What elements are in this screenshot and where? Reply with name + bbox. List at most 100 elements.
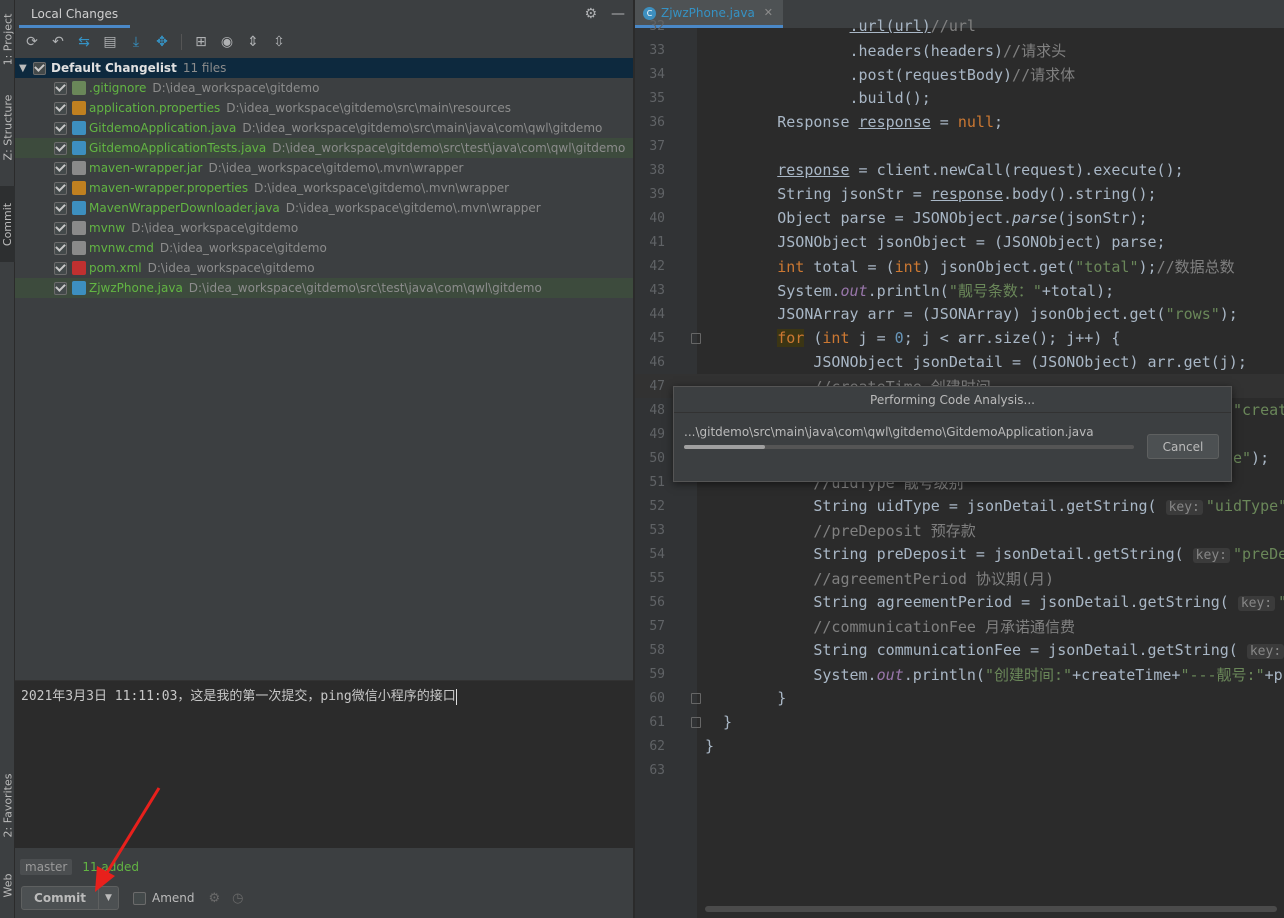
eye-icon[interactable]: ◉ bbox=[216, 31, 238, 53]
changelist-checkbox[interactable] bbox=[33, 61, 46, 75]
commit-options-gear-icon[interactable]: ⚙ bbox=[209, 891, 221, 906]
code-line[interactable]: 60 } bbox=[635, 686, 1284, 710]
gear-icon[interactable]: ⚙ bbox=[584, 6, 597, 22]
code-line[interactable]: 55 //agreementPeriod 协议期(月) bbox=[635, 566, 1284, 590]
file-name: pom.xml bbox=[89, 261, 142, 275]
diff-icon[interactable]: ⇆ bbox=[73, 31, 95, 53]
file-checkbox[interactable] bbox=[54, 101, 67, 115]
code-line[interactable]: 41 JSONObject jsonObject = (JSONObject) … bbox=[635, 230, 1284, 254]
code-line[interactable]: 42 int total = (int) jsonObject.get("tot… bbox=[635, 254, 1284, 278]
code-text: String agreementPeriod = jsonDetail.getS… bbox=[705, 593, 1284, 611]
code-line[interactable]: 57 //communicationFee 月承诺通信费 bbox=[635, 614, 1284, 638]
file-checkbox[interactable] bbox=[54, 141, 67, 155]
line-number: 59 bbox=[649, 666, 665, 682]
code-line[interactable]: 61 } bbox=[635, 710, 1284, 734]
structure-tool-tab[interactable]: Z: Structure bbox=[0, 92, 15, 162]
line-number: 47 bbox=[649, 378, 665, 394]
code-line[interactable]: 39 String jsonStr = response.body().stri… bbox=[635, 182, 1284, 206]
file-row[interactable]: mvnw.cmd D:\idea_workspace\gitdemo bbox=[15, 238, 633, 258]
file-row[interactable]: maven-wrapper.properties D:\idea_workspac… bbox=[15, 178, 633, 198]
commit-tool-tab[interactable]: Commit bbox=[0, 186, 15, 262]
file-checkbox[interactable] bbox=[54, 81, 67, 95]
hide-panel-icon[interactable]: — bbox=[611, 6, 625, 22]
shelve-icon[interactable]: ⤓ bbox=[125, 31, 147, 53]
file-checkbox[interactable] bbox=[54, 181, 67, 195]
file-row[interactable]: GitdemoApplication.java D:\idea_workspace… bbox=[15, 118, 633, 138]
code-text: System.out.println("靓号条数："+total); bbox=[705, 281, 1115, 300]
line-number: 52 bbox=[649, 498, 665, 514]
structure-tool-label: Z: Structure bbox=[1, 94, 15, 160]
code-line[interactable]: 53 //preDeposit 预存款 bbox=[635, 518, 1284, 542]
gitignore-icon bbox=[72, 81, 86, 95]
file-checkbox[interactable] bbox=[54, 261, 67, 275]
changelist-icon[interactable]: ▤ bbox=[99, 31, 121, 53]
web-tool-tab[interactable]: Web bbox=[0, 860, 15, 910]
file-row[interactable]: GitdemoApplicationTests.java D:\idea_work… bbox=[15, 138, 633, 158]
code-line[interactable]: 46 JSONObject jsonDetail = (JSONObject) … bbox=[635, 350, 1284, 374]
code-line[interactable]: 32 .url(url)//url bbox=[635, 14, 1284, 38]
code-line[interactable]: 63 bbox=[635, 758, 1284, 782]
changelist-row[interactable]: ▼ Default Changelist 11 files bbox=[15, 58, 633, 78]
history-clock-icon[interactable]: ◷ bbox=[232, 891, 243, 906]
line-number: 37 bbox=[649, 138, 665, 154]
file-path: D:\idea_workspace\gitdemo\src\test\java\… bbox=[272, 141, 626, 155]
refresh-icon[interactable]: ⟳ bbox=[21, 31, 43, 53]
code-line[interactable]: 33 .headers(headers)//请求头 bbox=[635, 38, 1284, 62]
expand-triangle-icon[interactable]: ▼ bbox=[19, 63, 33, 74]
amend-checkbox[interactable] bbox=[133, 891, 146, 905]
file-checkbox[interactable] bbox=[54, 161, 67, 175]
file-row[interactable]: maven-wrapper.jar D:\idea_workspace\gitde… bbox=[15, 158, 633, 178]
code-line[interactable]: 56 String agreementPeriod = jsonDetail.g… bbox=[635, 590, 1284, 614]
fold-marker-icon[interactable] bbox=[691, 332, 701, 344]
code-line[interactable]: 62} bbox=[635, 734, 1284, 758]
favorites-tool-tab[interactable]: 2: Favorites bbox=[0, 762, 15, 848]
local-changes-tab[interactable]: Local Changes bbox=[19, 0, 131, 28]
code-line[interactable]: 58 String communicationFee = jsonDetail.… bbox=[635, 638, 1284, 662]
project-tool-tab[interactable]: 1: Project bbox=[0, 2, 15, 76]
code-text: .post(requestBody)//请求体 bbox=[705, 65, 1076, 84]
file-row[interactable]: .gitignore D:\idea_workspace\gitdemo bbox=[15, 78, 633, 98]
file-path: D:\idea_workspace\gitdemo\.mvn\wrapper bbox=[285, 201, 541, 215]
file-row[interactable]: mvnw D:\idea_workspace\gitdemo bbox=[15, 218, 633, 238]
file-row[interactable]: ZjwzPhone.java D:\idea_workspace\gitdemo\… bbox=[15, 278, 633, 298]
commit-message-field[interactable]: 2021年3月3日 11:11:03，这是我的第一次提交，ping微信小程序的接… bbox=[15, 680, 633, 848]
line-number: 38 bbox=[649, 162, 665, 178]
collapse-all-icon[interactable]: ⇳ bbox=[268, 31, 290, 53]
commit-button[interactable]: Commit bbox=[21, 886, 99, 910]
code-line[interactable]: 35 .build(); bbox=[635, 86, 1284, 110]
file-checkbox[interactable] bbox=[54, 281, 67, 295]
code-line[interactable]: 37 bbox=[635, 134, 1284, 158]
code-line[interactable]: 36 Response response = null; bbox=[635, 110, 1284, 134]
panel-header: Local Changes ⚙ — bbox=[15, 0, 633, 28]
line-number: 60 bbox=[649, 690, 665, 706]
file-name: mvnw bbox=[89, 221, 126, 235]
fold-marker-icon[interactable] bbox=[691, 716, 701, 728]
group-by-icon[interactable]: ⊞ bbox=[190, 31, 212, 53]
code-line[interactable]: 45 for (int j = 0; j < arr.size(); j++) … bbox=[635, 326, 1284, 350]
line-number: 55 bbox=[649, 570, 665, 586]
code-line[interactable]: 44 JSONArray arr = (JSONArray) jsonObjec… bbox=[635, 302, 1284, 326]
code-line[interactable]: 40 Object parse = JSONObject.parse(jsonS… bbox=[635, 206, 1284, 230]
rollback-icon[interactable]: ↶ bbox=[47, 31, 69, 53]
code-line[interactable]: 38 response = client.newCall(request).ex… bbox=[635, 158, 1284, 182]
file-name: mvnw.cmd bbox=[89, 241, 154, 255]
code-line[interactable]: 43 System.out.println("靓号条数："+total); bbox=[635, 278, 1284, 302]
horizontal-scrollbar[interactable] bbox=[705, 906, 1277, 912]
file-checkbox[interactable] bbox=[54, 121, 67, 135]
code-line[interactable]: 52 String uidType = jsonDetail.getString… bbox=[635, 494, 1284, 518]
code-line[interactable]: 54 String preDeposit = jsonDetail.getStr… bbox=[635, 542, 1284, 566]
file-checkbox[interactable] bbox=[54, 241, 67, 255]
expand-all-icon[interactable]: ⇕ bbox=[242, 31, 264, 53]
file-row[interactable]: pom.xml D:\idea_workspace\gitdemo bbox=[15, 258, 633, 278]
line-number: 63 bbox=[649, 762, 665, 778]
file-row[interactable]: application.properties D:\idea_workspace\… bbox=[15, 98, 633, 118]
code-line[interactable]: 59 System.out.println("创建时间:"+createTime… bbox=[635, 662, 1284, 686]
file-row[interactable]: MavenWrapperDownloader.java D:\idea_works… bbox=[15, 198, 633, 218]
cancel-button[interactable]: Cancel bbox=[1147, 434, 1219, 459]
fold-marker-icon[interactable] bbox=[691, 692, 701, 704]
code-line[interactable]: 34 .post(requestBody)//请求体 bbox=[635, 62, 1284, 86]
file-checkbox[interactable] bbox=[54, 201, 67, 215]
move-icon[interactable]: ✥ bbox=[151, 31, 173, 53]
commit-options-dropdown[interactable]: ▼ bbox=[99, 886, 119, 910]
file-checkbox[interactable] bbox=[54, 221, 67, 235]
